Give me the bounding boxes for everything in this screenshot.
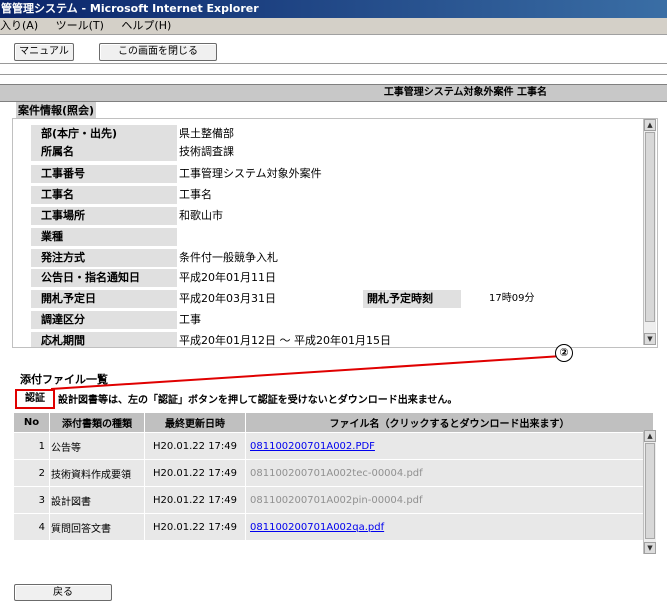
certify-notice: 設計図書等は、左の「認証」ボタンを押して認証を受けないとダウンロード出来ません。 <box>58 395 458 406</box>
column-header: 最終更新日時 <box>145 413 246 432</box>
attachment-updated: H20.01.22 17:49 <box>145 460 246 486</box>
file-name-disabled: 081100200701A002tec-00004.pdf <box>246 460 654 486</box>
table-row: 2 技術資料作成要領 H20.01.22 17:49 081100200701A… <box>14 460 654 486</box>
attachment-updated: H20.01.22 17:49 <box>145 487 246 513</box>
scroll-down-icon[interactable]: ▼ <box>644 542 656 554</box>
table-row: 4 質問回答文書 H20.01.22 17:49 081100200701A00… <box>14 514 654 540</box>
annotation-marker: ② <box>555 344 573 362</box>
scroll-thumb[interactable] <box>645 443 655 539</box>
attachment-kind: 質問回答文書 <box>50 514 145 540</box>
column-header: ファイル名（クリックするとダウンロード出来ます） <box>246 413 654 432</box>
attachment-updated: H20.01.22 17:49 <box>145 433 246 459</box>
back-button[interactable]: 戻る <box>14 584 112 601</box>
row-number: 3 <box>14 487 50 513</box>
table-row: 3 設計図書 H20.01.22 17:49 081100200701A002p… <box>14 487 654 513</box>
table-header-row: No 添付書類の種類 最終更新日時 ファイル名（クリックするとダウンロード出来ま… <box>14 413 654 432</box>
attachment-kind: 設計図書 <box>50 487 145 513</box>
row-number: 4 <box>14 514 50 540</box>
file-name-disabled: 081100200701A002pin-00004.pdf <box>246 487 654 513</box>
file-cell: 081100200701A002.PDF <box>246 433 654 459</box>
scroll-up-icon[interactable]: ▲ <box>644 430 656 442</box>
attachment-kind: 公告等 <box>50 433 145 459</box>
attachment-scrollbar[interactable]: ▲ ▼ <box>643 430 656 554</box>
attachment-updated: H20.01.22 17:49 <box>145 514 246 540</box>
row-number: 2 <box>14 460 50 486</box>
file-download-link[interactable]: 081100200701A002.PDF <box>250 441 375 452</box>
column-header: 添付書類の種類 <box>50 413 145 432</box>
file-download-link[interactable]: 081100200701A002qa.pdf <box>250 522 384 533</box>
table-row: 1 公告等 H20.01.22 17:49 081100200701A002.P… <box>14 433 654 459</box>
attachment-table: No 添付書類の種類 最終更新日時 ファイル名（クリックするとダウンロード出来ま… <box>14 412 654 541</box>
certify-button[interactable]: 認証 <box>15 389 55 409</box>
attachment-kind: 技術資料作成要領 <box>50 460 145 486</box>
row-number: 1 <box>14 433 50 459</box>
column-header: No <box>14 413 50 432</box>
file-cell: 081100200701A002qa.pdf <box>246 514 654 540</box>
